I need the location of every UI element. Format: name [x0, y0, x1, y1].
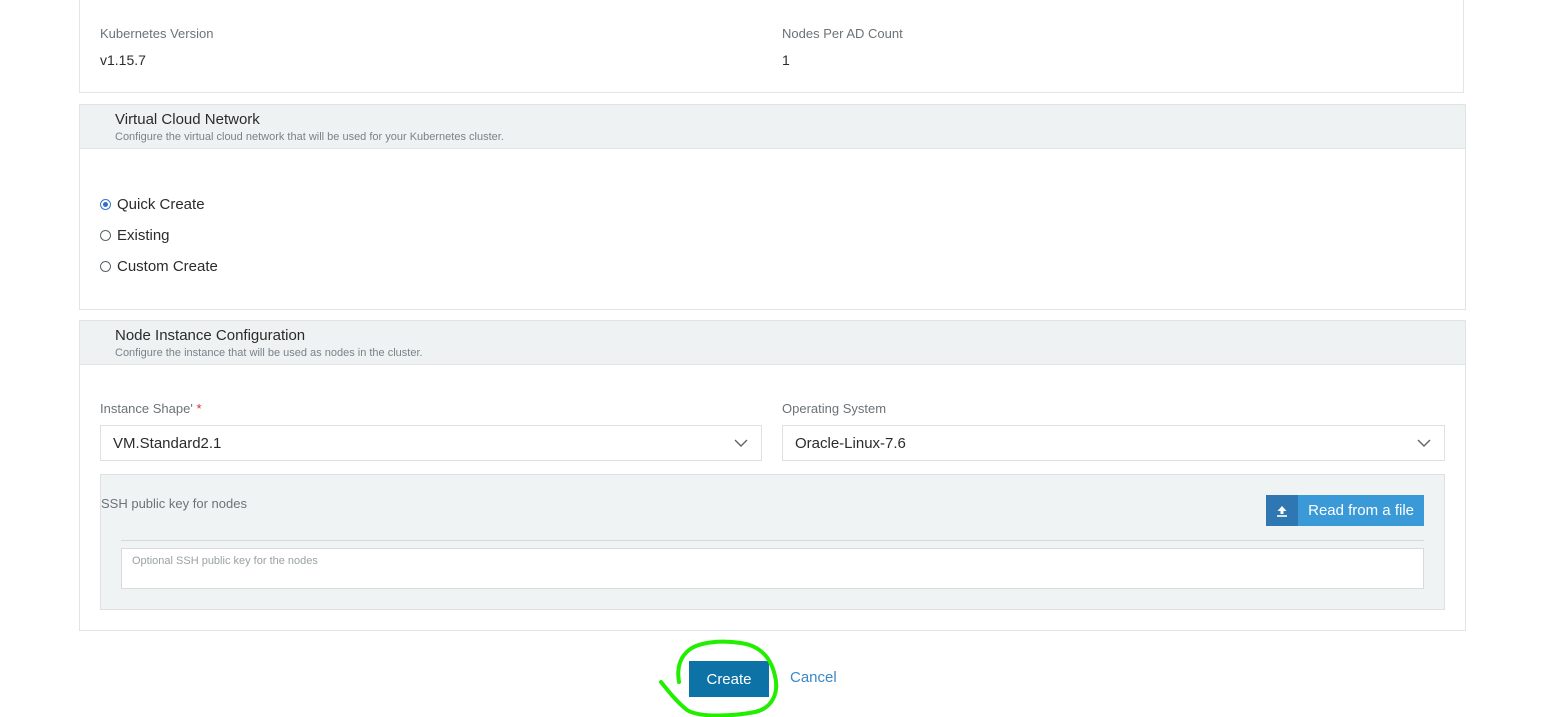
instance-shape-value: VM.Standard2.1: [113, 435, 222, 452]
ssh-key-label: SSH public key for nodes: [101, 496, 247, 511]
instance-shape-select[interactable]: VM.Standard2.1: [100, 425, 762, 461]
nodes-per-ad-label: Nodes Per AD Count: [782, 26, 903, 41]
read-from-file-label: Read from a file: [1308, 502, 1414, 519]
ssh-key-area: SSH public key for nodes Read from a fil…: [100, 474, 1445, 610]
radio-label: Custom Create: [117, 258, 218, 275]
radio-label: Existing: [117, 227, 170, 244]
vcn-section-description: Configure the virtual cloud network that…: [115, 131, 504, 143]
radio-button[interactable]: [100, 230, 111, 241]
kubernetes-version-label: Kubernetes Version: [100, 26, 214, 41]
required-marker: *: [196, 401, 202, 416]
radio-custom-create[interactable]: Custom Create: [100, 251, 218, 282]
nodes-per-ad-field: Nodes Per AD Count 1: [782, 26, 903, 68]
vcn-section: Virtual Cloud Network Configure the virt…: [79, 104, 1466, 310]
nodes-per-ad-value: 1: [782, 52, 790, 68]
node-config-section-description: Configure the instance that will be used…: [115, 347, 423, 359]
upload-icon: [1266, 495, 1299, 526]
chevron-down-icon: [1417, 439, 1431, 447]
os-label: Operating System: [782, 401, 887, 416]
kubernetes-version-value: v1.15.7: [100, 52, 146, 68]
node-config-section-header: Node Instance Configuration Configure th…: [80, 321, 1465, 365]
vcn-section-title: Virtual Cloud Network: [115, 111, 260, 128]
create-cluster-page: Kubernetes Version v1.15.7 Nodes Per AD …: [0, 0, 1555, 717]
radio-quick-create[interactable]: Quick Create: [100, 189, 218, 220]
node-config-section: Node Instance Configuration Configure th…: [79, 320, 1466, 631]
radio-button[interactable]: [100, 261, 111, 272]
create-button[interactable]: Create: [689, 661, 769, 697]
node-config-section-title: Node Instance Configuration: [115, 327, 306, 344]
os-value: Oracle-Linux-7.6: [795, 435, 906, 452]
cancel-link[interactable]: Cancel: [790, 669, 837, 686]
instance-shape-label-text: Instance Shape': [100, 401, 193, 416]
radio-label: Quick Create: [117, 196, 205, 213]
os-select[interactable]: Oracle-Linux-7.6: [782, 425, 1445, 461]
vcn-section-header: Virtual Cloud Network Configure the virt…: [80, 105, 1465, 149]
ssh-key-input[interactable]: [121, 548, 1424, 589]
chevron-down-icon: [734, 439, 748, 447]
radio-existing[interactable]: Existing: [100, 220, 218, 251]
divider: [121, 540, 1424, 541]
cluster-info-panel: Kubernetes Version v1.15.7 Nodes Per AD …: [79, 0, 1464, 93]
radio-button-checked[interactable]: [100, 199, 111, 210]
vcn-radio-group: Quick Create Existing Custom Create: [100, 189, 218, 282]
read-from-file-button[interactable]: Read from a file: [1266, 495, 1424, 526]
kubernetes-version-field: Kubernetes Version v1.15.7: [100, 26, 213, 68]
instance-shape-label: Instance Shape' *: [100, 401, 202, 416]
